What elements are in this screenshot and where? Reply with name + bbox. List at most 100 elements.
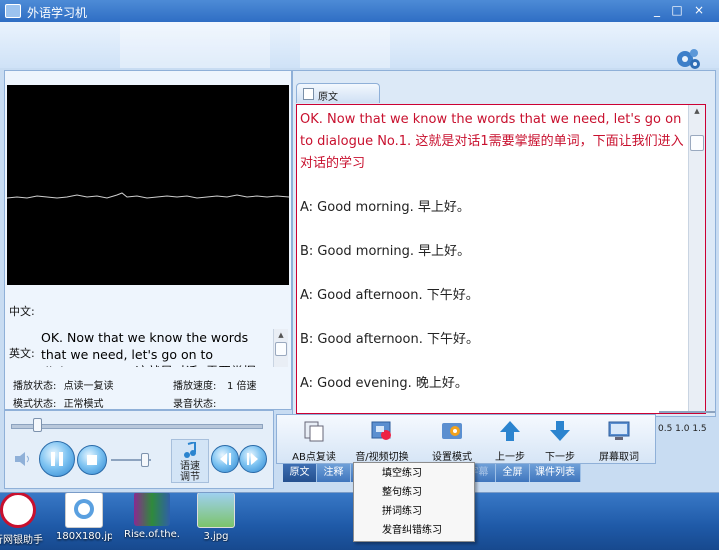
volume-icon[interactable] bbox=[14, 451, 32, 467]
speed-scale-ticks: 0.5 1.0 1.5 bbox=[658, 424, 707, 434]
english-label: 英文: bbox=[9, 347, 35, 360]
tab-original-text[interactable]: 原文 bbox=[296, 83, 380, 103]
chinese-label: 中文: bbox=[9, 305, 35, 318]
stop-button[interactable] bbox=[77, 445, 107, 475]
left-panel: 中文: 英文: OK. Now that we know the words t… bbox=[4, 70, 292, 410]
player-controls: 语速 调节 bbox=[4, 410, 274, 489]
pause-button[interactable] bbox=[39, 441, 75, 477]
desktop-icon-rise[interactable]: Rise.of.the... bbox=[124, 492, 180, 540]
status-row-2: 模式状态: 正常模式 录音状态: bbox=[13, 395, 216, 410]
text-line-6: A: Good evening. 晚上好。 bbox=[300, 376, 468, 391]
play-state-label: 播放状态: bbox=[13, 381, 57, 392]
av-switch-button[interactable]: 音/视频切换 bbox=[349, 417, 415, 463]
ab-repeat-label: AB点复读 bbox=[292, 452, 336, 463]
record-state-label: 录音状态: bbox=[173, 399, 217, 410]
next-step-label: 下一步 bbox=[545, 452, 575, 463]
original-text-area[interactable]: OK. Now that we know the words that we n… bbox=[296, 104, 706, 414]
header-banner: 设置 bbox=[0, 22, 719, 91]
speed-adjust-button[interactable]: 语速 调节 bbox=[171, 439, 209, 483]
next-icon bbox=[247, 453, 258, 465]
menu-item-spelling[interactable]: 拼词练习 bbox=[354, 503, 474, 521]
previous-icon bbox=[220, 453, 231, 465]
scroll-up-arrow-icon[interactable]: ▲ bbox=[689, 105, 705, 117]
tab-fullscreen[interactable]: 全屏 bbox=[496, 464, 530, 482]
av-switch-label: 音/视频切换 bbox=[355, 452, 409, 463]
speed-label: 语速 bbox=[180, 461, 200, 472]
desktop-icon-label: 行网银助手 bbox=[0, 535, 43, 546]
tab-notes[interactable]: 注释 bbox=[317, 464, 351, 482]
bank-logo-icon bbox=[0, 492, 36, 528]
screen-word-label: 屏幕取词 bbox=[599, 452, 639, 463]
music-note-icon bbox=[184, 440, 196, 458]
maximize-button[interactable]: □ bbox=[668, 3, 686, 19]
subtitle-scrollbar[interactable]: ▲ bbox=[273, 329, 288, 367]
next-button[interactable] bbox=[239, 445, 267, 473]
play-speed-label: 播放速度: bbox=[173, 381, 217, 392]
tab-original[interactable]: 原文 bbox=[283, 464, 317, 482]
desktop-icon-label: 180X180.jpg bbox=[56, 531, 112, 542]
seek-handle[interactable] bbox=[33, 418, 42, 432]
text-line-4: A: Good afternoon. 下午好。 bbox=[300, 288, 479, 303]
scroll-thumb[interactable] bbox=[690, 135, 704, 151]
waveform bbox=[6, 192, 290, 199]
speed-scale[interactable]: 0.5 1.0 1.5 bbox=[656, 398, 716, 448]
text-line-1: OK. Now that we know the words that we n… bbox=[300, 112, 684, 171]
play-speed-value: 1 倍速 bbox=[227, 381, 257, 392]
window-title: 外语学习机 bbox=[27, 6, 88, 20]
arrow-up-icon bbox=[500, 421, 520, 441]
ab-repeat-button[interactable]: AB点复读 bbox=[285, 417, 343, 463]
text-line-2: A: Good morning. 早上好。 bbox=[300, 200, 470, 215]
video-area[interactable] bbox=[6, 85, 290, 285]
screen-word-button[interactable]: 屏幕取词 bbox=[589, 417, 649, 463]
play-state-value: 点读一复读 bbox=[63, 381, 114, 392]
scroll-thumb[interactable] bbox=[275, 342, 287, 356]
menu-item-fill-blank[interactable]: 填空练习 bbox=[354, 465, 474, 483]
mode-state-label: 模式状态: bbox=[13, 399, 57, 410]
speed-label: 调节 bbox=[180, 472, 200, 483]
tab-courseware-list[interactable]: 课件列表 bbox=[530, 464, 581, 482]
mode-settings-icon bbox=[442, 423, 462, 439]
desktop-icon-label: Rise.of.the... bbox=[124, 529, 180, 540]
app-window: 外语学习机 _ □ × 设置 中文: 英文: OK. Now that we k… bbox=[0, 0, 719, 493]
next-step-button[interactable]: 下一步 bbox=[537, 417, 583, 463]
archive-file-icon bbox=[134, 492, 170, 526]
mode-settings-button[interactable]: 设置模式 bbox=[421, 417, 483, 463]
app-monitor-icon bbox=[5, 4, 21, 18]
ab-repeat-icon bbox=[304, 421, 324, 442]
previous-button[interactable] bbox=[211, 445, 239, 473]
speed-scale-track[interactable] bbox=[659, 411, 715, 413]
desktop-icon-label: 3.jpg bbox=[203, 531, 229, 542]
practice-popup-menu: 填空练习 整句练习 拼词练习 发音纠错练习 bbox=[353, 462, 475, 542]
text-line-3: B: Good morning. 早上好。 bbox=[300, 244, 471, 259]
menu-item-sentence[interactable]: 整句练习 bbox=[354, 484, 474, 502]
text-scrollbar[interactable]: ▲ bbox=[688, 105, 705, 413]
previous-step-label: 上一步 bbox=[495, 452, 525, 463]
right-panel: 原文 OK. Now that we know the words that w… bbox=[292, 70, 716, 417]
pause-icon bbox=[51, 452, 63, 466]
main-toolbar: AB点复读 音/视频切换 设置模式 上一步 下一步 屏幕取词 bbox=[276, 414, 656, 464]
scroll-up-arrow-icon[interactable]: ▲ bbox=[274, 329, 288, 341]
image-file-icon bbox=[197, 492, 235, 528]
screen-word-icon bbox=[608, 421, 630, 440]
mode-settings-label: 设置模式 bbox=[432, 452, 472, 463]
arrow-down-icon bbox=[550, 421, 570, 441]
menu-item-pronunciation[interactable]: 发音纠错练习 bbox=[354, 522, 474, 540]
seek-bar[interactable] bbox=[11, 424, 263, 429]
desktop-icon-3jpg[interactable]: 3.jpg bbox=[188, 492, 244, 542]
stop-icon bbox=[87, 455, 97, 465]
tab-original-label: 原文 bbox=[318, 92, 338, 103]
document-icon bbox=[303, 88, 314, 100]
desktop-icon-bank-helper[interactable]: 行网银助手 bbox=[0, 492, 46, 546]
desktop-icon-180x180[interactable]: 180X180.jpg bbox=[56, 492, 112, 542]
status-row-1: 播放状态: 点读一复读 播放速度: 1 倍速 bbox=[13, 377, 257, 392]
mode-state-value: 正常模式 bbox=[63, 399, 104, 410]
title-bar: 外语学习机 _ □ × bbox=[0, 0, 719, 22]
image-file-icon bbox=[65, 492, 103, 528]
previous-step-button[interactable]: 上一步 bbox=[487, 417, 533, 463]
volume-handle[interactable] bbox=[141, 453, 149, 467]
text-line-5: B: Good afternoon. 下午好。 bbox=[300, 332, 479, 347]
minimize-button[interactable]: _ bbox=[648, 3, 666, 19]
close-button[interactable]: × bbox=[690, 3, 708, 19]
av-switch-icon bbox=[371, 421, 391, 440]
english-subtitle: OK. Now that we know the words that we n… bbox=[41, 330, 256, 367]
